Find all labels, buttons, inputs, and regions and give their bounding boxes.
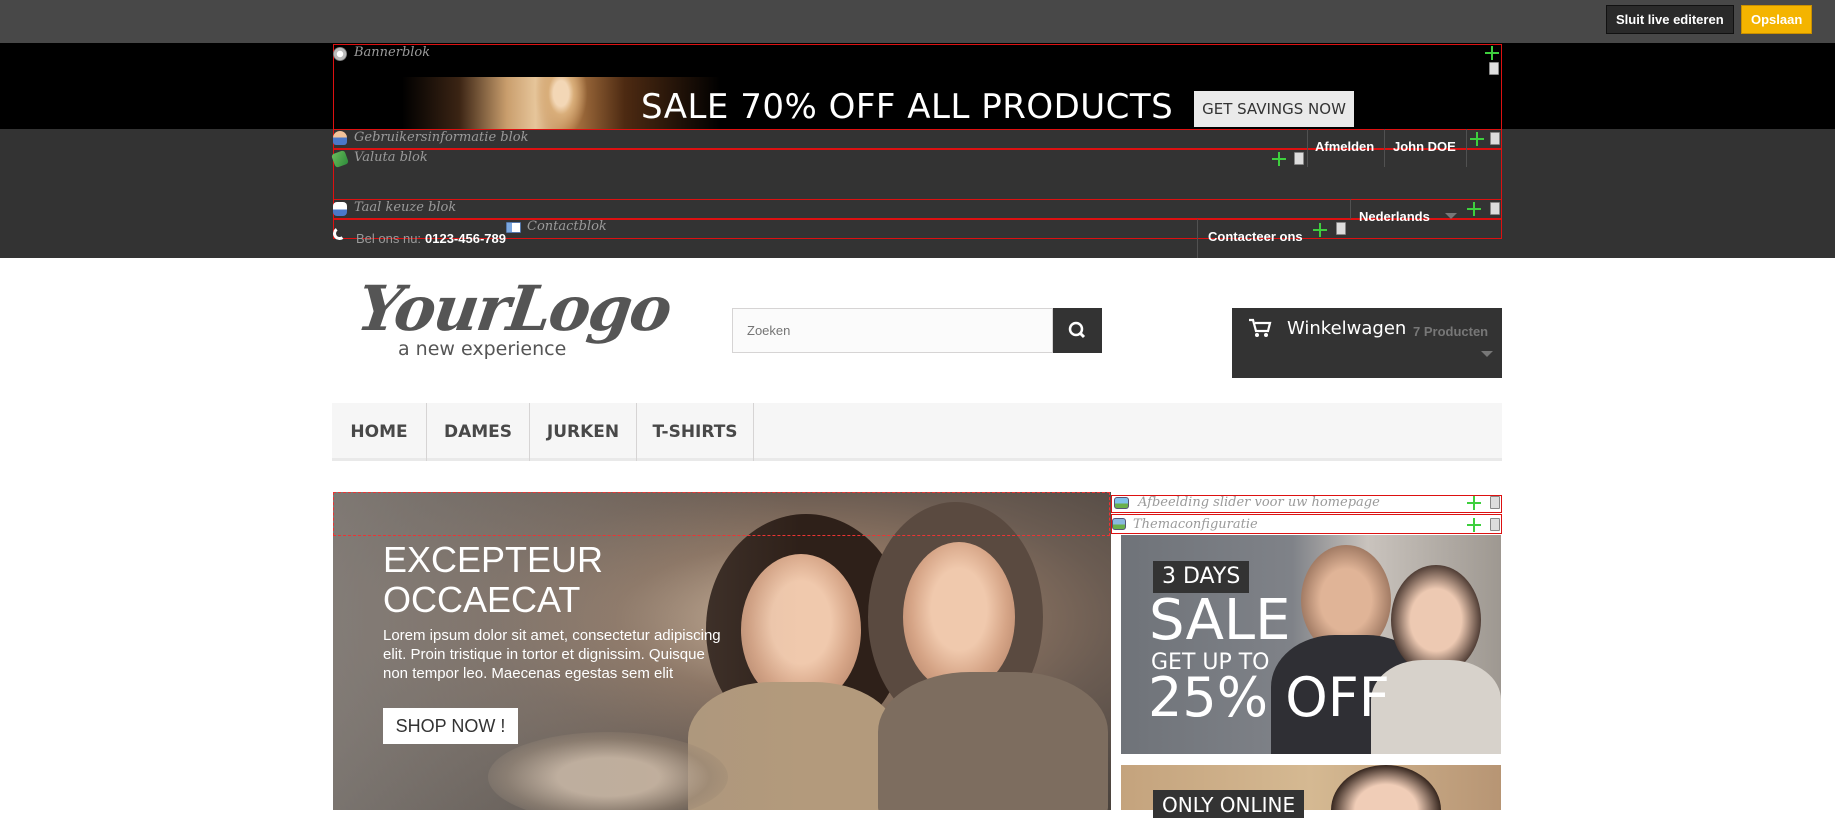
- contact-us-link[interactable]: Contacteer ons: [1208, 229, 1303, 244]
- banner-module-frame[interactable]: [333, 44, 1502, 130]
- currency-module-label: Valuta blok: [354, 150, 428, 165]
- move-icon[interactable]: [1313, 223, 1327, 237]
- logo[interactable]: YourLogo: [353, 272, 675, 345]
- move-icon[interactable]: [1467, 202, 1481, 216]
- contact-module-label: Contactblok: [527, 219, 607, 234]
- nav-divider: [1384, 129, 1385, 167]
- save-button[interactable]: Opslaan: [1741, 5, 1813, 34]
- slider-description: Lorem ipsum dolor sit amet, consectetur …: [383, 627, 721, 682]
- promo-woman-face: [1391, 565, 1481, 675]
- move-icon[interactable]: [1272, 152, 1286, 166]
- logo-tagline: a new experience: [398, 338, 567, 360]
- trash-icon[interactable]: [1490, 202, 1500, 215]
- cart-label: Winkelwagen: [1287, 318, 1407, 339]
- nav-divider: [1350, 199, 1351, 219]
- account-link[interactable]: John DOE: [1393, 139, 1456, 154]
- language-selector[interactable]: Nederlands: [1359, 209, 1430, 224]
- trash-icon[interactable]: [1490, 132, 1500, 145]
- slider-module-label: Afbeelding slider voor uw homepage: [1138, 495, 1380, 510]
- search-button[interactable]: [1053, 308, 1102, 353]
- live-edit-toolbar: [0, 0, 1835, 43]
- currency-module-frame[interactable]: [333, 149, 1502, 200]
- move-icon[interactable]: [1467, 496, 1481, 510]
- theme-icon: [1112, 518, 1126, 530]
- nav-divider: [1197, 219, 1198, 258]
- slider-module-frame[interactable]: [333, 492, 1110, 536]
- search-input[interactable]: [732, 308, 1053, 353]
- promo-discount-text: 25% OFF: [1148, 666, 1390, 729]
- theme-config-module-label: Themaconfiguratie: [1133, 517, 1258, 532]
- trash-icon[interactable]: [1489, 62, 1499, 75]
- search-icon: [1068, 321, 1086, 339]
- logout-link[interactable]: Afmelden: [1315, 139, 1374, 154]
- banner-module-label: Bannerblok: [354, 45, 431, 60]
- language-module-frame[interactable]: [333, 199, 1502, 219]
- trash-icon[interactable]: [1336, 222, 1346, 235]
- call-us-label: Bel ons nu:: [356, 231, 422, 246]
- menu-item-dames[interactable]: DAMES: [427, 403, 530, 461]
- trash-icon[interactable]: [1490, 496, 1500, 509]
- move-icon[interactable]: [1470, 132, 1484, 146]
- promo-face: [1331, 765, 1441, 810]
- menu-item-jurken[interactable]: JURKEN: [530, 403, 637, 461]
- language-module-label: Taal keuze blok: [354, 200, 457, 215]
- chevron-down-icon: [1445, 213, 1457, 219]
- move-icon[interactable]: [1485, 46, 1499, 60]
- cart-count: 7 Producten: [1413, 324, 1489, 339]
- promo-woman-coat: [1371, 660, 1501, 754]
- contact-card-icon: [506, 222, 521, 233]
- chevron-down-icon: [1481, 351, 1493, 357]
- user-info-module-label: Gebruikersinformatie blok: [354, 130, 529, 145]
- cart-icon: [1249, 318, 1272, 337]
- menu-item-home[interactable]: HOME: [332, 403, 427, 461]
- nav-divider: [1307, 129, 1308, 167]
- promo-sale-text: SALE: [1149, 588, 1291, 653]
- shop-now-button[interactable]: SHOP NOW !: [383, 708, 518, 744]
- image-icon: [1114, 497, 1129, 509]
- menu-item-tshirts[interactable]: T-SHIRTS: [637, 403, 754, 461]
- trash-icon[interactable]: [1294, 152, 1304, 165]
- nav-divider: [1466, 129, 1467, 167]
- trash-icon[interactable]: [1490, 518, 1500, 531]
- user-icon: [333, 131, 347, 145]
- gear-icon: [333, 47, 347, 61]
- speech-bubble-icon: [333, 202, 347, 216]
- phone-number: 0123-456-789: [425, 231, 506, 246]
- move-icon[interactable]: [1467, 518, 1481, 532]
- promo-online-badge: ONLY ONLINE: [1153, 790, 1305, 818]
- slider-title: EXCEPTEUR OCCAECAT: [383, 539, 604, 620]
- close-live-edit-button[interactable]: Sluit live editeren: [1606, 5, 1734, 34]
